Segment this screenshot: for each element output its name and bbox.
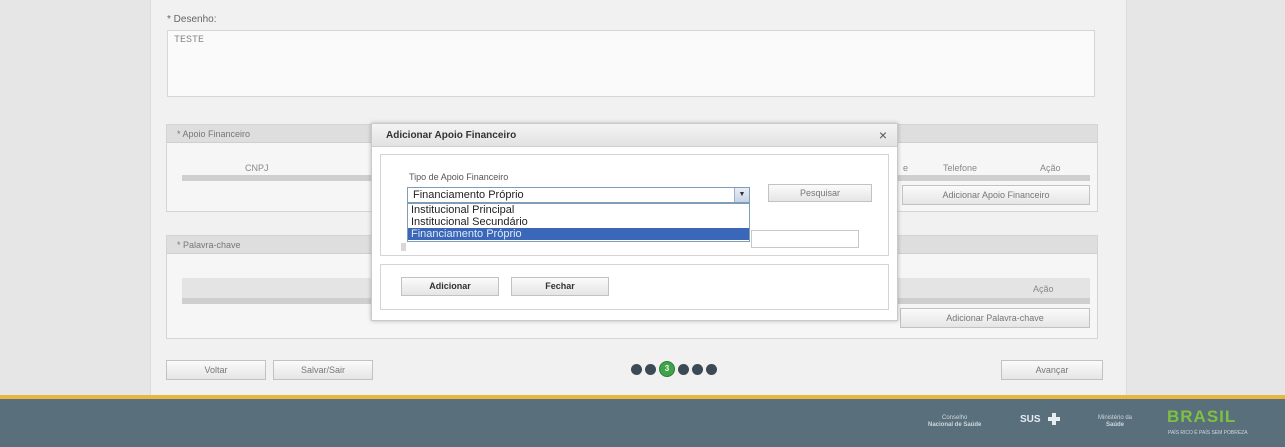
tipo-apoio-selected: Financiamento Próprio <box>413 189 524 201</box>
col-cnpj: CNPJ <box>245 163 269 173</box>
ministerio-logo-line1: Ministério da <box>1098 415 1133 421</box>
conselho-logo: Conselho Nacional de Saúde <box>928 415 981 429</box>
fechar-button[interactable]: Fechar <box>511 277 609 296</box>
col-acao-palavra: Ação <box>1033 284 1054 294</box>
col-telefone: Telefone <box>943 163 978 173</box>
adicionar-button[interactable]: Adicionar <box>401 277 499 296</box>
sus-logo: SUS <box>1020 414 1041 425</box>
step-dot-current: 3 <box>659 361 675 377</box>
brasil-tagline: PAÍS RICO É PAÍS SEM POBREZA <box>1168 430 1248 436</box>
brasil-logo: BRASIL <box>1167 407 1237 426</box>
pesquisar-button[interactable]: Pesquisar <box>768 184 872 202</box>
descricao-label: * Desenho: <box>167 14 217 25</box>
option-institucional-secundario[interactable]: Institucional Secundário <box>408 216 749 228</box>
step-dot <box>678 363 689 375</box>
col-email: e <box>903 163 909 173</box>
col-acao: Ação <box>1040 163 1061 173</box>
option-financiamento-proprio[interactable]: Financiamento Próprio <box>408 228 749 240</box>
close-icon[interactable]: × <box>879 127 887 143</box>
cross-icon <box>1048 413 1060 425</box>
hidden-field-marker <box>401 243 406 251</box>
salvar-sair-button[interactable]: Salvar/Sair <box>273 360 373 380</box>
conselho-logo-line1: Conselho <box>942 415 968 421</box>
adicionar-apoio-modal: Adicionar Apoio Financeiro × Tipo de Apo… <box>371 123 898 321</box>
option-institucional-principal[interactable]: Institucional Principal <box>408 204 749 216</box>
modal-header: Adicionar Apoio Financeiro × <box>372 124 897 147</box>
government-footer: Conselho Nacional de Saúde SUS Ministéri… <box>0 395 1285 447</box>
tipo-apoio-dropdown: Institucional Principal Institucional Se… <box>407 203 750 242</box>
step-indicator: 3 <box>631 361 717 377</box>
step-dot <box>692 363 703 375</box>
tipo-apoio-select[interactable]: Financiamento Próprio ▼ <box>407 187 750 203</box>
ministerio-logo: Ministério da Saúde <box>1098 415 1132 429</box>
step-dot <box>631 363 642 375</box>
tipo-apoio-label: Tipo de Apoio Financeiro <box>409 172 509 182</box>
conselho-logo-line2: Nacional de Saúde <box>928 422 982 428</box>
add-palavra-chave-button[interactable]: Adicionar Palavra-chave <box>900 308 1090 328</box>
secondary-input[interactable] <box>751 230 859 248</box>
add-apoio-financeiro-button[interactable]: Adicionar Apoio Financeiro <box>902 185 1090 205</box>
avancar-button[interactable]: Avançar <box>1001 360 1103 380</box>
modal-actions-section: Adicionar Fechar <box>380 264 889 310</box>
step-dot <box>645 363 656 375</box>
step-dot <box>706 363 717 375</box>
modal-title: Adicionar Apoio Financeiro <box>386 130 517 141</box>
ministerio-logo-line2: Saúde <box>1106 422 1125 428</box>
chevron-down-icon[interactable]: ▼ <box>734 188 749 202</box>
descricao-textarea[interactable]: TESTE <box>167 30 1095 97</box>
voltar-button[interactable]: Voltar <box>166 360 266 380</box>
